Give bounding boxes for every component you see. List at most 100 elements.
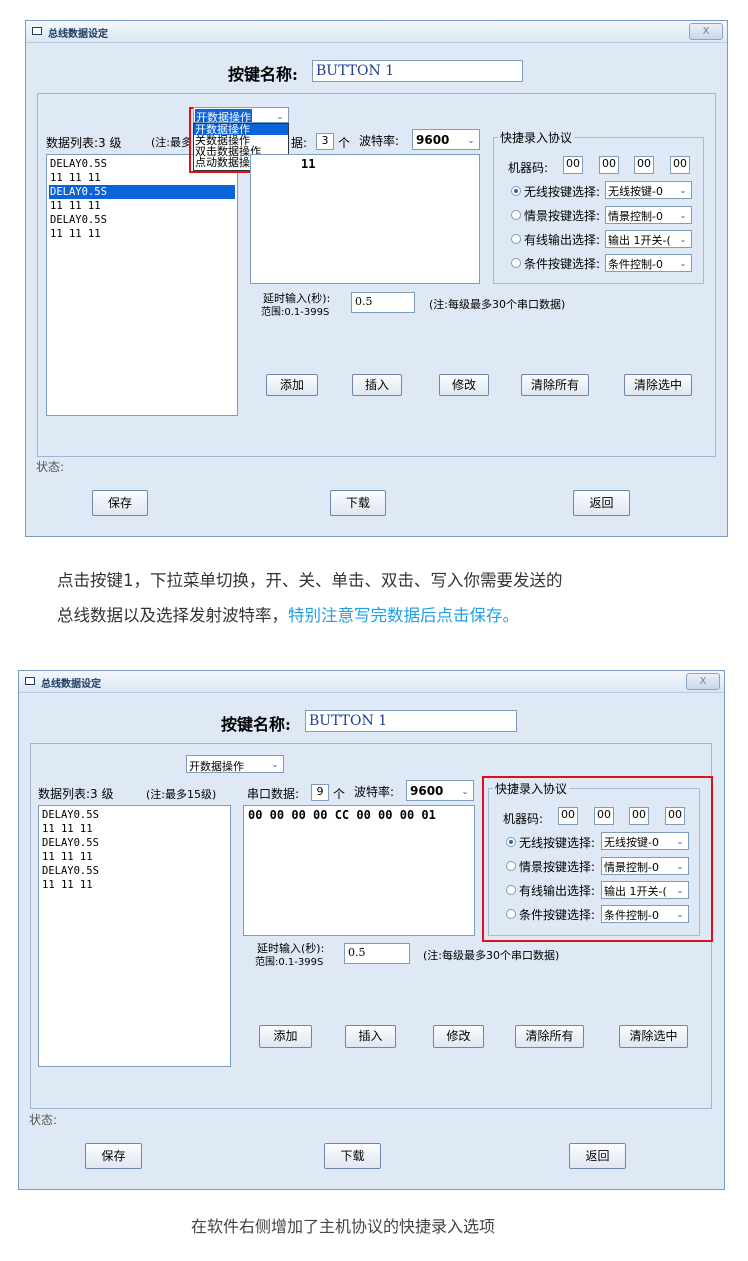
condition-label: 条件按键选择:: [524, 257, 601, 271]
machine-code-2[interactable]: 00: [594, 807, 614, 825]
machine-code-1[interactable]: 00: [558, 807, 578, 825]
list-item-selected[interactable]: DELAY0.5S: [49, 185, 235, 199]
wireless-select[interactable]: 无线按键-0 ⌄: [605, 181, 692, 199]
clear-selected-button[interactable]: 清除选中: [624, 374, 692, 396]
serial-data-label: 串口数据:: [247, 787, 300, 801]
button-name-label: 按键名称:: [221, 715, 291, 734]
button-name-label: 按键名称:: [228, 65, 298, 84]
radio-condition[interactable]: [511, 258, 521, 268]
title-bar: 总线数据设定 X: [19, 671, 724, 693]
wired-label: 有线输出选择:: [524, 233, 601, 247]
wired-select[interactable]: 输出 1开关-( ⌄: [605, 230, 692, 248]
chevron-down-icon: ⌄: [676, 886, 684, 895]
data-list[interactable]: DELAY0.5S 11 11 11 DELAY0.5S 11 11 11 DE…: [46, 154, 238, 416]
machine-code-4[interactable]: 00: [670, 156, 690, 174]
dialog-window-2: 总线数据设定 X 按键名称: BUTTON 1 开数据操作 ⌄ 数据列表:3 级…: [18, 670, 725, 1190]
button-name-input[interactable]: BUTTON 1: [305, 710, 517, 732]
list-item[interactable]: 11 11 11: [41, 878, 228, 892]
baud-label: 波特率:: [354, 785, 395, 799]
button-name-input[interactable]: BUTTON 1: [312, 60, 523, 82]
back-button[interactable]: 返回: [573, 490, 630, 516]
add-button[interactable]: 添加: [259, 1025, 312, 1048]
wired-select[interactable]: 输出 1开关-( ⌄: [601, 881, 689, 899]
list-item[interactable]: 11 11 11: [41, 822, 228, 836]
data-list-label: 数据列表:3 级: [46, 136, 122, 150]
close-button[interactable]: X: [686, 673, 720, 690]
status-label: 状态:: [29, 1113, 58, 1127]
wireless-value: 无线按键-0: [608, 185, 663, 198]
delay-label-2: 范围:0.1-399S: [255, 957, 324, 968]
condition-select[interactable]: 条件控制-0 ⌄: [601, 905, 689, 923]
machine-code-3[interactable]: 00: [634, 156, 654, 174]
list-item[interactable]: DELAY0.5S: [49, 213, 235, 227]
scene-select[interactable]: 情景控制-0 ⌄: [605, 206, 692, 224]
radio-wired[interactable]: [506, 885, 516, 895]
machine-code-1[interactable]: 00: [563, 156, 583, 174]
delay-input[interactable]: 0.5: [344, 943, 410, 964]
close-button[interactable]: X: [689, 23, 723, 40]
chevron-down-icon: ⌄: [676, 837, 684, 846]
data-list-label: 数据列表:3 级: [38, 787, 114, 801]
condition-value: 条件控制-0: [608, 258, 663, 271]
list-item[interactable]: 11 11 11: [49, 171, 235, 185]
title-bar: 总线数据设定 X: [26, 21, 727, 43]
save-button[interactable]: 保存: [92, 490, 148, 516]
list-item[interactable]: 11 11 11: [49, 199, 235, 213]
clear-selected-button[interactable]: 清除选中: [619, 1025, 688, 1048]
list-item[interactable]: DELAY0.5S: [41, 836, 228, 850]
instruction-line-2: 总线数据以及选择发射波特率，特别注意写完数据后点击保存。: [57, 602, 519, 626]
serial-data-box[interactable]: 11: [250, 154, 480, 284]
list-item[interactable]: 11 11 11: [49, 227, 235, 241]
radio-wireless[interactable]: [511, 186, 521, 196]
radio-condition[interactable]: [506, 909, 516, 919]
back-button[interactable]: 返回: [569, 1143, 626, 1169]
scene-label: 情景按键选择:: [524, 209, 601, 223]
condition-select[interactable]: 条件控制-0 ⌄: [605, 254, 692, 272]
radio-scene[interactable]: [511, 210, 521, 220]
insert-button[interactable]: 插入: [352, 374, 402, 396]
wireless-select[interactable]: 无线按键-0 ⌄: [601, 832, 689, 850]
scene-select[interactable]: 情景控制-0 ⌄: [601, 857, 689, 875]
serial-content: 00 00 00 00 CC 00 00 00 01: [248, 808, 436, 822]
modify-button[interactable]: 修改: [439, 374, 489, 396]
operation-select[interactable]: 开数据操作 ⌄: [186, 755, 284, 773]
list-item[interactable]: DELAY0.5S: [41, 808, 228, 822]
machine-code-2[interactable]: 00: [599, 156, 619, 174]
chevron-down-icon: ⌄: [676, 862, 684, 871]
window-icon: [25, 677, 35, 685]
clear-all-button[interactable]: 清除所有: [515, 1025, 584, 1048]
add-button[interactable]: 添加: [266, 374, 318, 396]
download-button[interactable]: 下载: [324, 1143, 381, 1169]
baud-select[interactable]: 9600 ⌄: [406, 780, 474, 801]
operation-select[interactable]: 开数据操作 ⌄: [193, 107, 289, 123]
machine-code-4[interactable]: 00: [665, 807, 685, 825]
baud-select[interactable]: 9600 ⌄: [412, 129, 480, 150]
save-button[interactable]: 保存: [85, 1143, 142, 1169]
serial-data-box[interactable]: 00 00 00 00 CC 00 00 00 01: [243, 805, 475, 936]
serial-data-label: 据:: [291, 136, 308, 150]
instruction-line-1: 点击按键1，下拉菜单切换，开、关、单击、双击、写入你需要发送的: [57, 571, 563, 590]
delay-label-2: 范围:0.1-399S: [261, 307, 330, 318]
insert-button[interactable]: 插入: [345, 1025, 396, 1048]
radio-scene[interactable]: [506, 861, 516, 871]
delay-input[interactable]: 0.5: [351, 292, 415, 313]
list-item[interactable]: 11 11 11: [41, 850, 228, 864]
machine-code-label: 机器码:: [508, 161, 549, 175]
wireless-label: 无线按键选择:: [524, 185, 601, 199]
clear-all-button[interactable]: 清除所有: [521, 374, 589, 396]
list-item[interactable]: DELAY0.5S: [41, 864, 228, 878]
radio-wireless[interactable]: [506, 837, 516, 847]
modify-button[interactable]: 修改: [433, 1025, 484, 1048]
serial-count-input[interactable]: 3: [316, 133, 334, 150]
radio-wired[interactable]: [511, 234, 521, 244]
condition-label: 条件按键选择:: [519, 908, 596, 922]
wired-label: 有线输出选择:: [519, 884, 596, 898]
data-list[interactable]: DELAY0.5S 11 11 11 DELAY0.5S 11 11 11 DE…: [38, 805, 231, 1067]
machine-code-3[interactable]: 00: [629, 807, 649, 825]
scene-value: 情景控制-0: [608, 210, 663, 223]
download-button[interactable]: 下载: [330, 490, 386, 516]
dialog-window-1: 总线数据设定 X 按键名称: BUTTON 1 数据列表:3 级 (注:最多 D…: [25, 20, 728, 537]
baud-value: 9600: [416, 133, 450, 147]
serial-count-input[interactable]: 9: [311, 784, 329, 801]
instruction-text: 总线数据以及选择发射波特率，: [57, 606, 288, 625]
